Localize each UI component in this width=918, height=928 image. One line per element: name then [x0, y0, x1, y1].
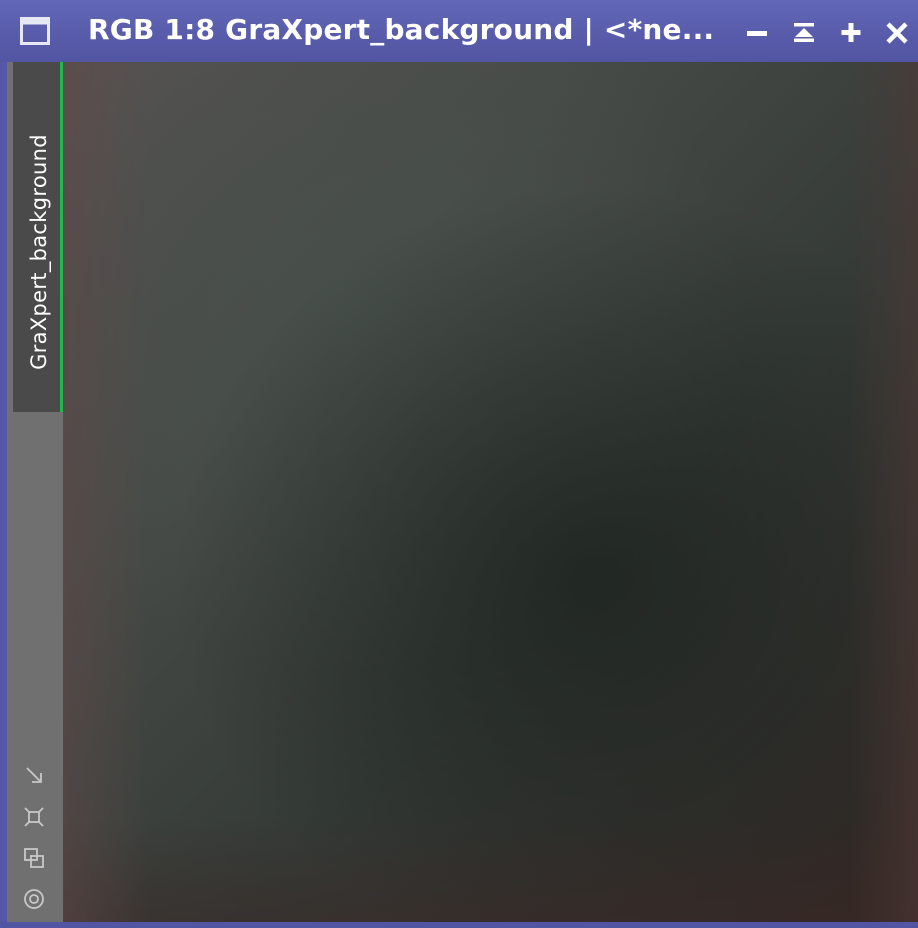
tab-graxpert-background[interactable]: GraXpert_background	[13, 62, 64, 412]
window-bottom-border[interactable]	[0, 922, 918, 928]
close-icon[interactable]	[884, 18, 910, 46]
maximize-icon[interactable]	[838, 18, 864, 46]
image-window: RGB 1:8 GraXpert_background | <*ne... Gr…	[0, 0, 918, 928]
clone-icon[interactable]	[21, 845, 47, 871]
view-tab-strip: GraXpert_background	[7, 62, 64, 922]
window-icon[interactable]	[20, 17, 50, 45]
window-title: RGB 1:8 GraXpert_background | <*ne...	[88, 13, 715, 46]
title-bar[interactable]: RGB 1:8 GraXpert_background | <*ne...	[0, 0, 918, 62]
minimize-icon[interactable]	[744, 18, 770, 46]
shade-icon[interactable]	[791, 18, 817, 46]
target-icon[interactable]	[21, 886, 47, 912]
image-canvas[interactable]	[63, 62, 918, 922]
zoom-actual-icon[interactable]	[21, 804, 47, 830]
tab-label: GraXpert_background	[27, 134, 51, 370]
canvas-vignette	[63, 62, 918, 922]
zoom-to-fit-icon[interactable]	[21, 762, 47, 788]
